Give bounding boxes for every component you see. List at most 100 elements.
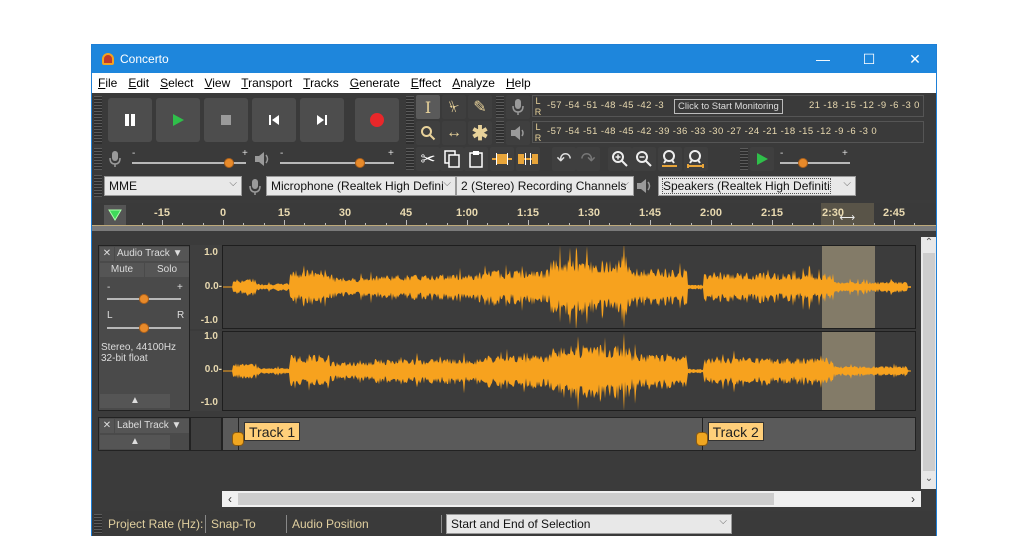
zoom-out-icon: [636, 151, 652, 167]
scroll-right-icon[interactable]: ›: [905, 491, 921, 507]
vertical-scrollbar[interactable]: ⌃ ⌄: [921, 237, 936, 489]
label-track-menu-button[interactable]: Label Track ▼: [115, 419, 189, 433]
scroll-down-icon[interactable]: ⌄: [921, 473, 936, 487]
speaker-icon: [637, 179, 651, 193]
ruler-tick: [202, 223, 204, 225]
device-toolbar: MME ⌵ Microphone (Realtek High Defini ⌵ 2 …: [92, 172, 936, 200]
pan-knob[interactable]: [139, 323, 149, 333]
speaker-icon: [255, 152, 269, 166]
waveform-right-channel[interactable]: [222, 331, 916, 411]
toolbar-grip[interactable]: [94, 175, 102, 197]
playback-meter[interactable]: LR -57 -54 -51 -48 -45 -42 -39 -36 -33 -…: [532, 121, 924, 143]
playback-volume-slider[interactable]: [280, 162, 394, 164]
menu-effect[interactable]: Effect: [411, 76, 441, 90]
zoom-in-button[interactable]: [608, 147, 632, 171]
play-at-speed-button[interactable]: [750, 147, 774, 171]
toolbar-grip[interactable]: [496, 121, 504, 143]
selection-tool-button[interactable]: I: [416, 95, 440, 119]
double-arrow-icon: ↔: [446, 124, 462, 141]
toolbar-grip[interactable]: [740, 148, 748, 170]
recording-channels-select[interactable]: 2 (Stereo) Recording Channels ⌵: [456, 176, 634, 196]
draw-tool-button[interactable]: ✎: [468, 95, 492, 119]
maximize-button[interactable]: ☐: [846, 45, 892, 73]
scale-top-label: 1.0: [204, 331, 218, 342]
close-track-button[interactable]: ✕: [100, 419, 114, 433]
toolbar-grip[interactable]: [94, 148, 102, 170]
playback-device-select[interactable]: Speakers (Realtek High Definiti ⌵: [658, 176, 856, 196]
toolbar-grip[interactable]: [94, 96, 102, 144]
ruler-tick: [263, 223, 265, 225]
stop-button[interactable]: [204, 98, 248, 142]
menu-help[interactable]: Help: [506, 76, 531, 90]
menu-select[interactable]: Select: [160, 76, 193, 90]
menu-tracks[interactable]: Tracks: [303, 76, 339, 90]
cut-button[interactable]: ✂: [416, 147, 440, 171]
envelope-tool-button[interactable]: ⏧: [442, 95, 466, 119]
record-meter-button[interactable]: [506, 95, 530, 119]
pause-button[interactable]: [108, 98, 152, 142]
horizontal-scroll-thumb[interactable]: [238, 493, 774, 505]
fit-selection-button[interactable]: [658, 147, 682, 171]
separator: [286, 515, 287, 533]
ruler-tick: [487, 223, 489, 225]
label-text-box[interactable]: Track 1: [244, 422, 301, 441]
scroll-left-icon[interactable]: ‹: [222, 491, 238, 507]
label-handle-icon[interactable]: [695, 432, 708, 446]
undo-button[interactable]: ↶: [552, 147, 576, 171]
multi-tool-button[interactable]: ✱: [468, 121, 492, 145]
skip-to-start-button[interactable]: [252, 98, 296, 142]
selection-mode-select[interactable]: Start and End of Selection ⌵: [446, 514, 732, 534]
microphone-icon: [109, 151, 121, 167]
record-volume-knob[interactable]: [223, 158, 234, 168]
menu-transport[interactable]: Transport: [241, 76, 292, 90]
track-menu-button[interactable]: Audio Track ▼: [115, 247, 189, 261]
mute-button[interactable]: Mute: [100, 263, 144, 277]
collapse-track-button[interactable]: ▲: [100, 394, 170, 408]
timeline-ruler[interactable]: ⟷ -15 0 15 30 45 1:00 1:15 1:30 1:45 2:00 2:15 2:30…: [92, 203, 936, 231]
playback-meter-button[interactable]: [506, 121, 530, 145]
silence-audio-button[interactable]: [516, 147, 540, 171]
paste-button[interactable]: [464, 147, 488, 171]
gain-knob[interactable]: [139, 294, 149, 304]
label-text-box[interactable]: Track 2: [707, 422, 764, 441]
toolbar-grip[interactable]: [496, 96, 504, 118]
vertical-scroll-thumb[interactable]: [923, 253, 935, 471]
recording-device-select[interactable]: Microphone (Realtek High Defini ⌵: [266, 176, 456, 196]
solo-button[interactable]: Solo: [145, 263, 189, 277]
menu-edit[interactable]: Edit: [128, 76, 149, 90]
menu-generate[interactable]: Generate: [350, 76, 400, 90]
toolbar-grip[interactable]: [406, 96, 414, 144]
playback-speed-knob[interactable]: [798, 158, 809, 168]
play-button[interactable]: [156, 98, 200, 142]
zoom-out-button[interactable]: [632, 147, 656, 171]
playback-speed-slider[interactable]: [780, 162, 850, 164]
collapse-track-button[interactable]: ▲: [100, 435, 170, 449]
scissors-icon: ✂: [420, 148, 436, 169]
label-handle-icon[interactable]: [232, 432, 244, 446]
close-track-button[interactable]: ✕: [100, 247, 114, 261]
play-head-button[interactable]: [104, 205, 126, 225]
skip-to-end-button[interactable]: [300, 98, 344, 142]
waveform-left-channel[interactable]: [222, 245, 916, 329]
redo-button[interactable]: ↷: [576, 147, 600, 171]
copy-button[interactable]: [440, 147, 464, 171]
horizontal-scrollbar[interactable]: ‹ ›: [222, 491, 921, 507]
minimize-button[interactable]: —: [800, 45, 846, 73]
zoom-tool-button[interactable]: [416, 121, 440, 145]
menu-analyze[interactable]: Analyze: [452, 76, 495, 90]
menu-file[interactable]: File: [98, 76, 117, 90]
close-button[interactable]: ✕: [892, 45, 936, 73]
label-track-area[interactable]: Track 1 Track 2: [222, 417, 916, 451]
trim-audio-button[interactable]: [490, 147, 514, 171]
monitoring-tooltip[interactable]: Click to Start Monitoring: [674, 99, 783, 114]
playback-volume-knob[interactable]: [354, 158, 365, 168]
time-shift-tool-button[interactable]: ↔: [442, 121, 466, 145]
menu-view[interactable]: View: [204, 76, 230, 90]
toolbar-grip[interactable]: [94, 514, 102, 534]
fit-project-button[interactable]: [684, 147, 708, 171]
scroll-up-icon[interactable]: ⌃: [921, 237, 936, 251]
ruler-tick: [467, 220, 468, 225]
audio-host-select[interactable]: MME ⌵: [104, 176, 242, 196]
toolbar-grip[interactable]: [406, 148, 414, 170]
record-button[interactable]: [355, 98, 399, 142]
